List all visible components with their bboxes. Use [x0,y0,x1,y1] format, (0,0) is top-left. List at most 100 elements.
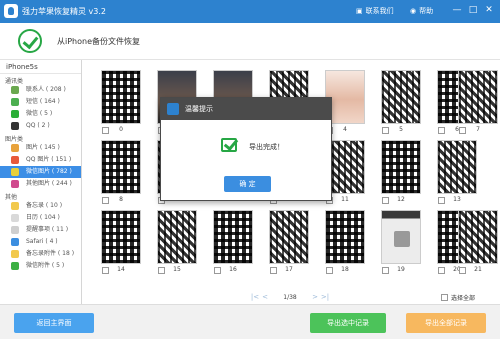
sidebar-category: 通讯类 [5,78,24,85]
sidebar-item[interactable]: 其他图片 ( 244 ) [0,178,81,190]
thumbnail-index: 12 [397,196,405,203]
dialog-logo-icon [167,103,179,115]
thumbnail-item[interactable]: 13 [437,140,477,206]
thumbnail-item[interactable]: 16 [213,210,253,276]
sidebar-item[interactable]: QQ 图片 ( 151 ) [0,154,81,166]
sidebar-item[interactable]: 微信图片 ( 782 ) [0,166,81,178]
thumbnail-item[interactable]: 8 [101,140,141,206]
wechat-photos-icon [11,168,19,176]
thumbnail-image[interactable] [269,210,309,264]
thumbnail-index: 17 [285,266,293,273]
other-photos-icon [11,180,19,188]
title-bar: 强力苹果恢复精灵 v3.2 ▣ 联系我们 ◉ 帮助 — □ ✕ [0,0,500,23]
qq-photos-icon [11,156,19,164]
thumbnail-item[interactable]: 18 [325,210,365,276]
help-link[interactable]: ◉ 帮助 [410,6,433,16]
export-selected-button[interactable]: 导出选中记录 [310,313,386,333]
window-title: 强力苹果恢复精灵 v3.2 [22,7,106,16]
dialog-message: 导出完成！ [249,143,284,151]
dialog-title-bar: 温馨提示 [161,98,331,120]
calendar-icon [11,214,19,222]
sidebar-item[interactable]: QQ ( 2 ) [0,120,81,132]
first-page-button[interactable]: |< [250,293,260,301]
wechat-attachment-icon [11,262,19,270]
thumbnail-image[interactable] [381,210,421,264]
select-all-checkbox[interactable]: 选择全部 [441,293,475,302]
export-all-button[interactable]: 导出全部记录 [406,313,486,333]
thumbnail-item[interactable]: 5 [381,70,421,136]
sidebar-item[interactable]: 图片 ( 145 ) [0,142,81,154]
sidebar-item[interactable]: 微信附件 ( 5 ) [0,260,81,272]
sidebar-item[interactable]: 提醒事项 ( 11 ) [0,224,81,236]
select-all-label: 选择全部 [451,295,476,302]
notes-icon [11,202,19,210]
sidebar-item[interactable]: 备忘录 ( 10 ) [0,200,81,212]
next-page-button[interactable]: > [310,293,320,301]
select-all-box[interactable] [441,294,448,301]
help-label: 帮助 [419,7,434,15]
thumbnail-image[interactable] [157,210,197,264]
bottom-bar: 返回主界面 导出选中记录 导出全部记录 [0,304,500,339]
sidebar-item[interactable]: 微信 ( 5 ) [0,108,81,120]
sidebar-item-label: 微信附件 ( 5 ) [26,262,65,269]
thumbnail-item[interactable]: 17 [269,210,309,276]
thumbnail-image[interactable] [101,140,141,194]
contacts-icon [11,86,19,94]
minimize-button[interactable]: — [451,4,463,16]
sidebar-item-label: QQ ( 2 ) [26,122,50,129]
wechat-icon [11,110,19,118]
thumbnail-image[interactable] [101,70,141,124]
thumbnail-index: 18 [341,266,349,273]
sidebar-item-label: 日历 ( 104 ) [26,214,60,221]
thumbnail-item[interactable]: 15 [157,210,197,276]
sidebar-item-label: 联系人 ( 208 ) [26,86,66,93]
thumbnail-index: 19 [397,266,405,273]
thumbnail-image[interactable] [458,210,498,264]
thumbnail-index: 5 [399,126,403,133]
thumbnail-image[interactable] [101,210,141,264]
export-complete-dialog: 温馨提示 导出完成！ 确 定 [160,97,332,201]
thumbnail-index: 8 [119,196,123,203]
qq-icon [11,122,19,130]
thumbnail-item[interactable]: 19 [381,210,421,276]
thumbnail-item[interactable]: 12 [381,140,421,206]
page-header: 从iPhone备份文件恢复 [0,23,500,60]
contact-us-link[interactable]: ▣ 联系我们 [356,6,394,16]
sidebar-item[interactable]: 备忘录附件 ( 18 ) [0,248,81,260]
dialog-ok-button[interactable]: 确 定 [224,176,271,192]
sidebar-item[interactable]: Safari ( 4 ) [0,236,81,248]
sms-icon [11,98,19,106]
thumbnail-index: 16 [229,266,237,273]
close-button[interactable]: ✕ [483,4,495,16]
thumbnail-item[interactable]: 14 [101,210,141,276]
thumbnail-item[interactable]: 7 [458,70,498,136]
thumbnail-image[interactable] [458,70,498,124]
sidebar-item[interactable]: 日历 ( 104 ) [0,212,81,224]
sidebar-item[interactable]: 短信 ( 164 ) [0,96,81,108]
sidebar-item-label: 图片 ( 145 ) [26,144,60,151]
thumbnail-image[interactable] [325,210,365,264]
device-name: iPhone5s [0,60,81,74]
safari-icon [11,238,19,246]
thumbnail-index: 14 [117,266,125,273]
page-indicator: 1/38 [283,293,297,301]
sidebar: iPhone5s 通讯类 联系人 ( 208 ) 短信 ( 164 ) 微信 ( 5 … [0,60,82,304]
sidebar-category: 图片类 [5,136,24,143]
thumbnail-item[interactable]: 0 [101,70,141,136]
thumbnail-image[interactable] [381,70,421,124]
sidebar-item-label: 备忘录 ( 10 ) [26,202,63,209]
thumbnail-index: 7 [476,126,480,133]
sidebar-category: 其他 [5,194,18,201]
thumbnail-image[interactable] [381,140,421,194]
sidebar-item-label: 提醒事项 ( 11 ) [26,226,69,233]
thumbnail-image[interactable] [213,210,253,264]
sidebar-item[interactable]: 联系人 ( 208 ) [0,84,81,96]
app-logo-icon [4,4,18,18]
thumbnail-item[interactable]: 21 [458,210,498,276]
prev-page-button[interactable]: < [260,293,270,301]
maximize-button[interactable]: □ [467,4,479,16]
thumbnail-image[interactable] [437,140,477,194]
sidebar-item-label: 微信图片 ( 782 ) [26,168,72,175]
last-page-button[interactable]: >| [320,293,330,301]
back-to-main-button[interactable]: 返回主界面 [14,313,94,333]
